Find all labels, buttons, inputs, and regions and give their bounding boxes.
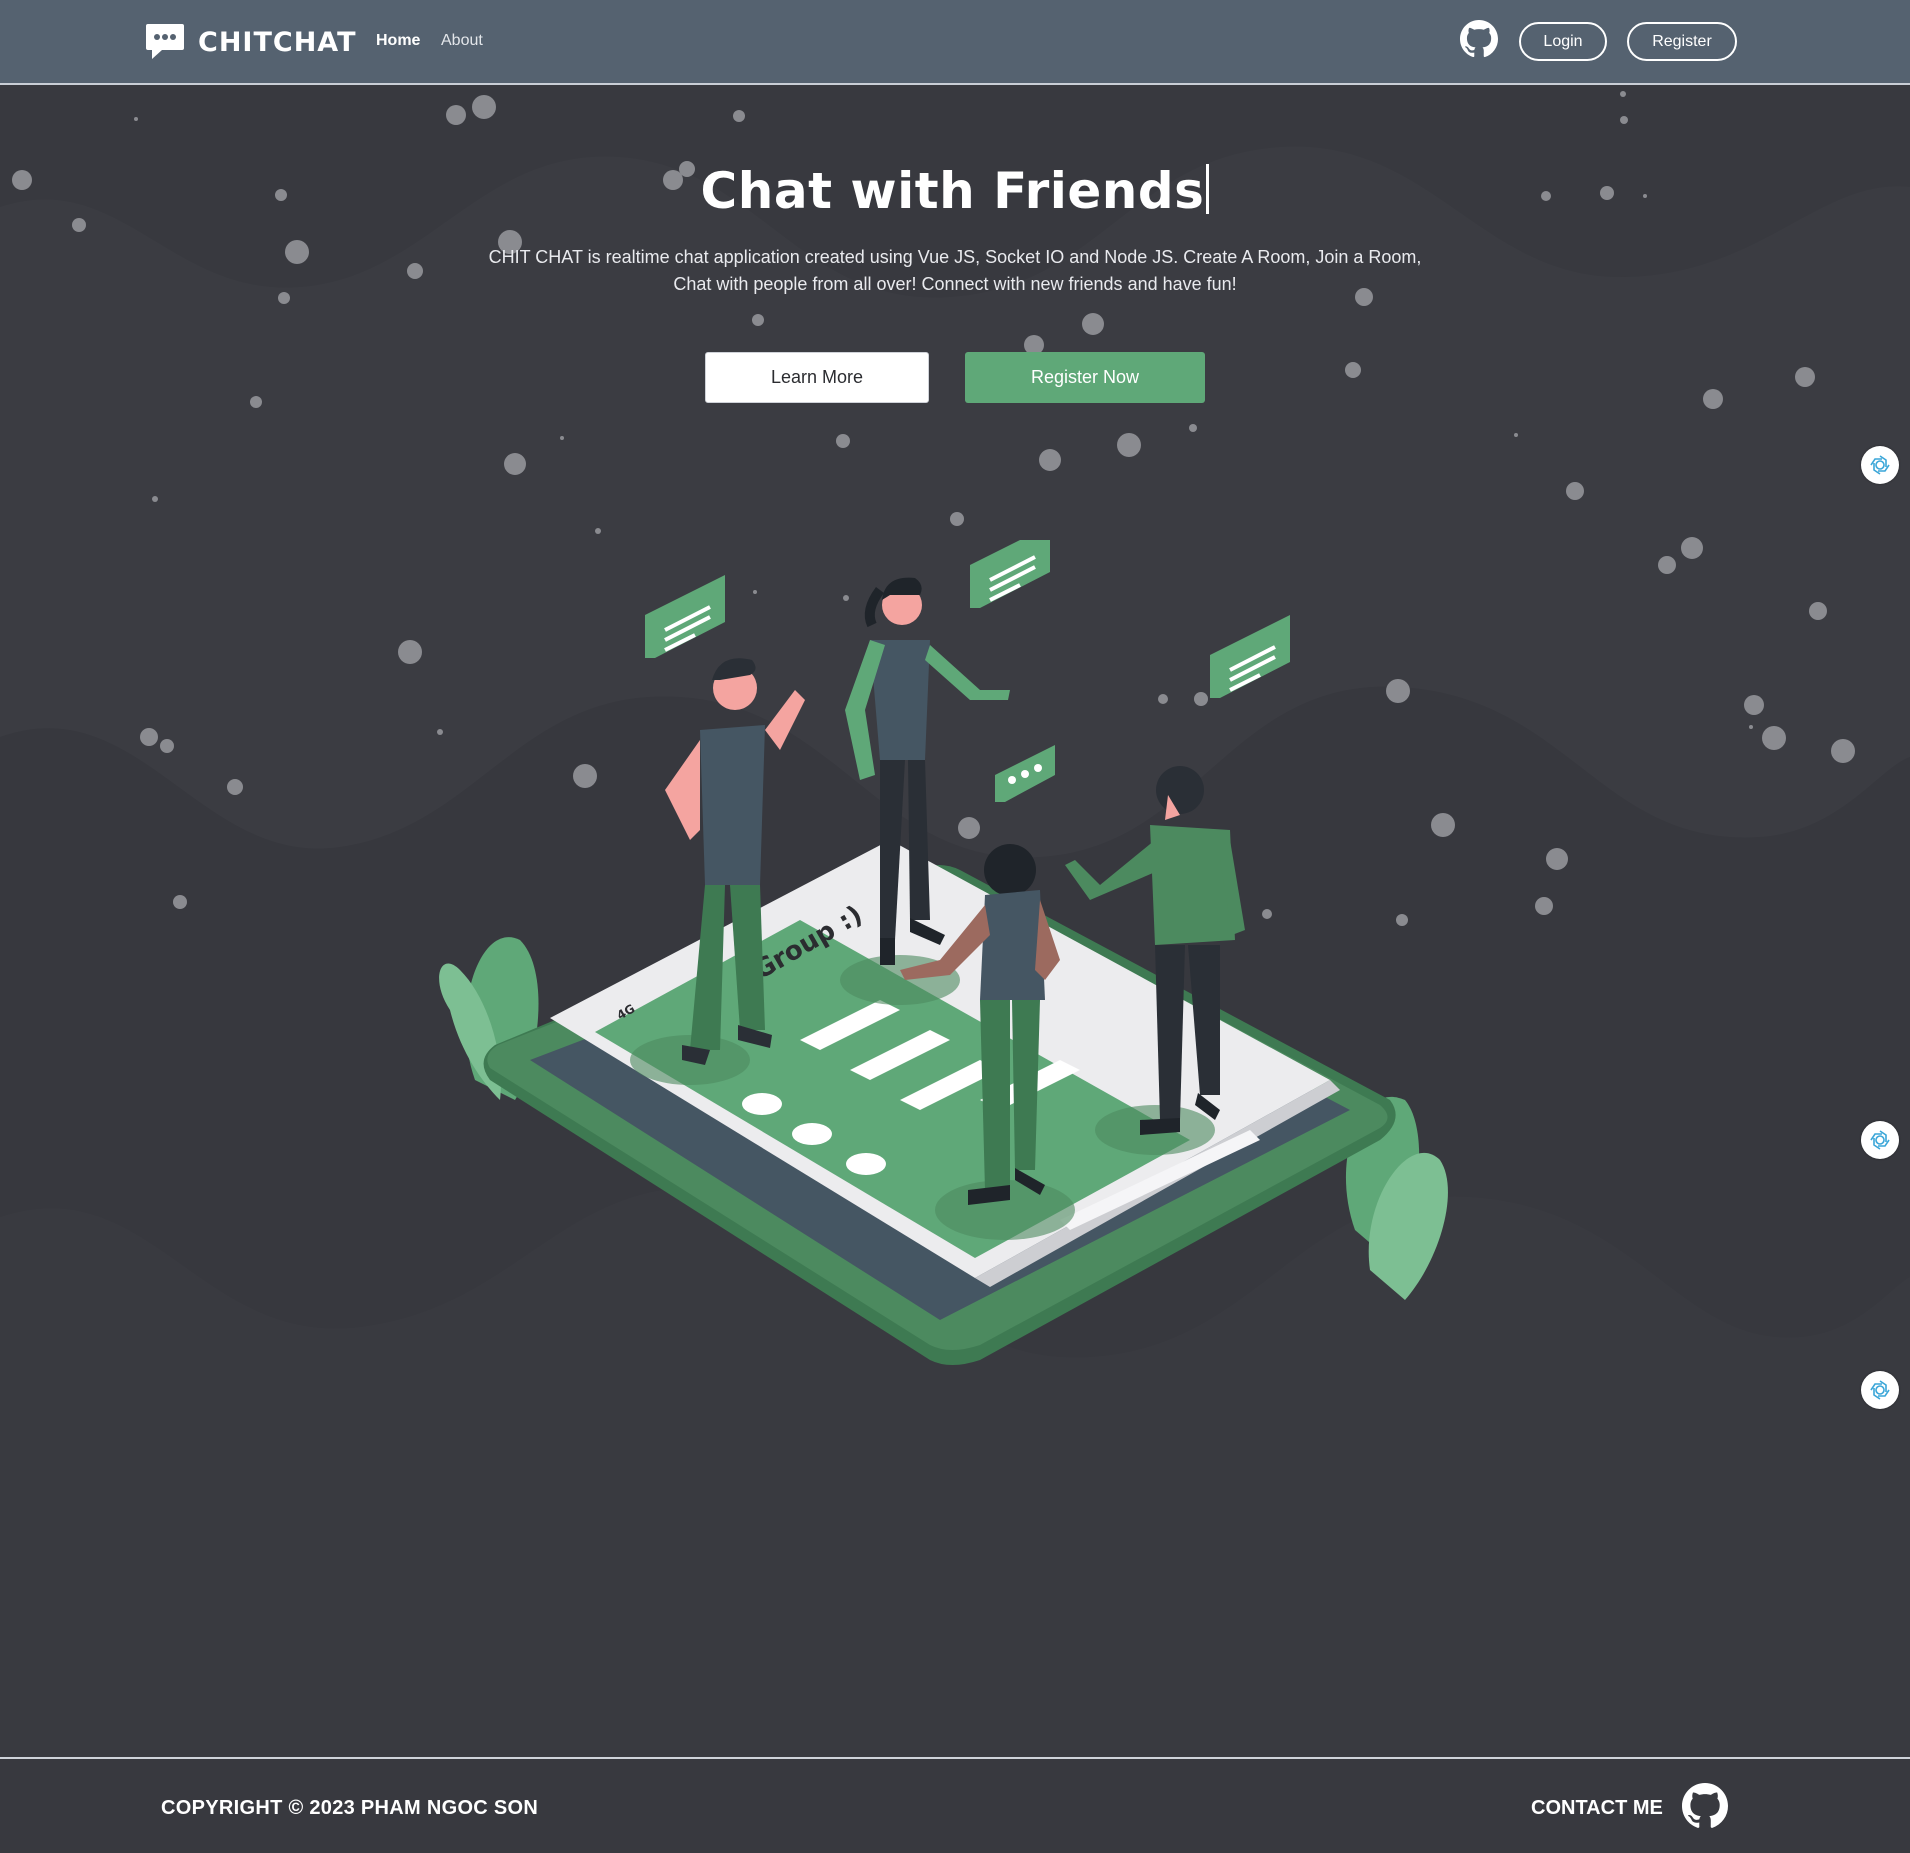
copyright-text: COPYRIGHT © 2023 PHAM NGOC SON: [161, 1797, 539, 1819]
hero-illustration: Group :) 4G: [439, 540, 1448, 1365]
typing-bubble-icon: [995, 745, 1055, 802]
github-icon[interactable]: [1460, 20, 1498, 58]
floating-message-icon: [645, 575, 725, 658]
login-button[interactable]: Login: [1519, 22, 1607, 61]
hero-title: Chat with Friends: [0, 162, 1910, 220]
openai-glyph: [1870, 1130, 1890, 1150]
nav-about-link[interactable]: About: [441, 32, 483, 50]
hero-description: CHIT CHAT is realtime chat application c…: [488, 247, 1422, 294]
floating-message-icon: [970, 540, 1050, 608]
openai-icon[interactable]: [1861, 1121, 1899, 1159]
openai-glyph: [1870, 1380, 1890, 1400]
hero-title-text: Chat with Friends: [700, 162, 1205, 220]
brand-name: CHITCHAT: [198, 26, 357, 58]
phone-illustration: Group :) 4G: [483, 840, 1396, 1365]
contact-me-link[interactable]: CONTACT ME: [1531, 1797, 1663, 1820]
floating-message-icon: [1210, 615, 1290, 698]
brand-logo[interactable]: CHITCHAT: [144, 22, 357, 62]
navbar: CHITCHAT Home About Login Register: [0, 0, 1910, 85]
nav-home-link[interactable]: Home: [376, 32, 420, 50]
github-icon[interactable]: [1682, 1783, 1728, 1829]
openai-icon[interactable]: [1861, 1371, 1899, 1409]
footer: COPYRIGHT © 2023 PHAM NGOC SON CONTACT M…: [0, 1757, 1910, 1853]
typing-caret: [1206, 164, 1210, 214]
learn-more-button[interactable]: Learn More: [705, 352, 929, 403]
chat-bubble-icon: [146, 24, 184, 59]
register-now-button[interactable]: Register Now: [965, 352, 1205, 403]
register-button[interactable]: Register: [1627, 22, 1737, 61]
openai-glyph: [1870, 455, 1890, 475]
openai-icon[interactable]: [1861, 446, 1899, 484]
